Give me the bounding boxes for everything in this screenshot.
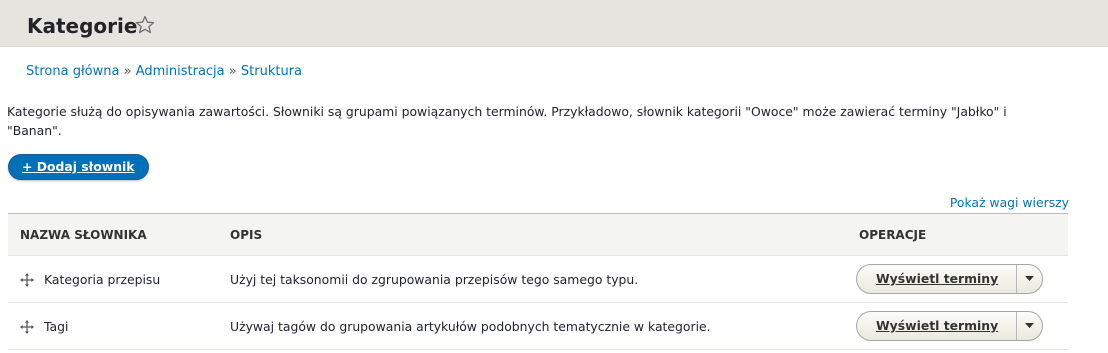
show-row-weights-link[interactable]: Pokaż wagi wierszy [950, 195, 1069, 210]
vocabulary-name: Tagi [44, 319, 69, 334]
column-header-name: NAZWA SŁOWNIKA [8, 213, 218, 256]
table-row: Kategoria przepisu Użyj tej taksonomii d… [8, 255, 1068, 303]
drag-handle-icon[interactable] [20, 319, 34, 334]
page-header: Kategorie [0, 0, 1108, 47]
caret-down-icon [1025, 323, 1035, 328]
breadcrumb-separator: » [123, 64, 132, 79]
list-terms-button[interactable]: Wyświetl terminy [857, 265, 1016, 293]
operations-cell: Wyświetl terminy [847, 302, 1068, 350]
vocabulary-name-cell: Tagi [8, 302, 218, 350]
table-header-row: NAZWA SŁOWNIKA OPIS OPERACJE [8, 213, 1068, 256]
vocabulary-table: NAZWA SŁOWNIKA OPIS OPERACJE Kategoria p… [8, 213, 1068, 350]
page-title: Kategorie [27, 14, 138, 38]
vocabulary-description: Użyj tej taksonomii do zgrupowania przep… [218, 255, 847, 303]
breadcrumb-separator: » [228, 64, 237, 79]
list-terms-button[interactable]: Wyświetl terminy [857, 312, 1016, 340]
drag-handle-icon[interactable] [20, 272, 34, 287]
breadcrumb-structure[interactable]: Struktura [241, 64, 302, 79]
operations-cell: Wyświetl terminy [847, 255, 1068, 303]
column-header-operations: OPERACJE [847, 213, 1068, 256]
vocabulary-description: Używaj tagów do grupowania artykułów pod… [218, 302, 847, 350]
operations-dropbutton: Wyświetl terminy [856, 264, 1044, 294]
dropdown-toggle[interactable] [1016, 312, 1042, 340]
breadcrumb-administration[interactable]: Administracja [136, 64, 225, 79]
dropdown-toggle[interactable] [1016, 265, 1042, 293]
caret-down-icon [1025, 276, 1035, 281]
breadcrumb-home[interactable]: Strona główna [26, 64, 119, 79]
page-description: Kategorie służą do opisywania zawartości… [7, 104, 1007, 138]
operations-dropbutton: Wyświetl terminy [856, 311, 1044, 341]
table-row: Tagi Używaj tagów do grupowania artykułó… [8, 302, 1068, 350]
vocabulary-name: Kategoria przepisu [44, 272, 161, 287]
star-icon[interactable] [135, 15, 155, 35]
vocabulary-name-cell: Kategoria przepisu [8, 255, 218, 303]
column-header-description: OPIS [218, 213, 847, 256]
add-vocabulary-button[interactable]: + Dodaj słownik [8, 154, 149, 180]
breadcrumb: Strona główna » Administracja » Struktur… [26, 64, 302, 80]
